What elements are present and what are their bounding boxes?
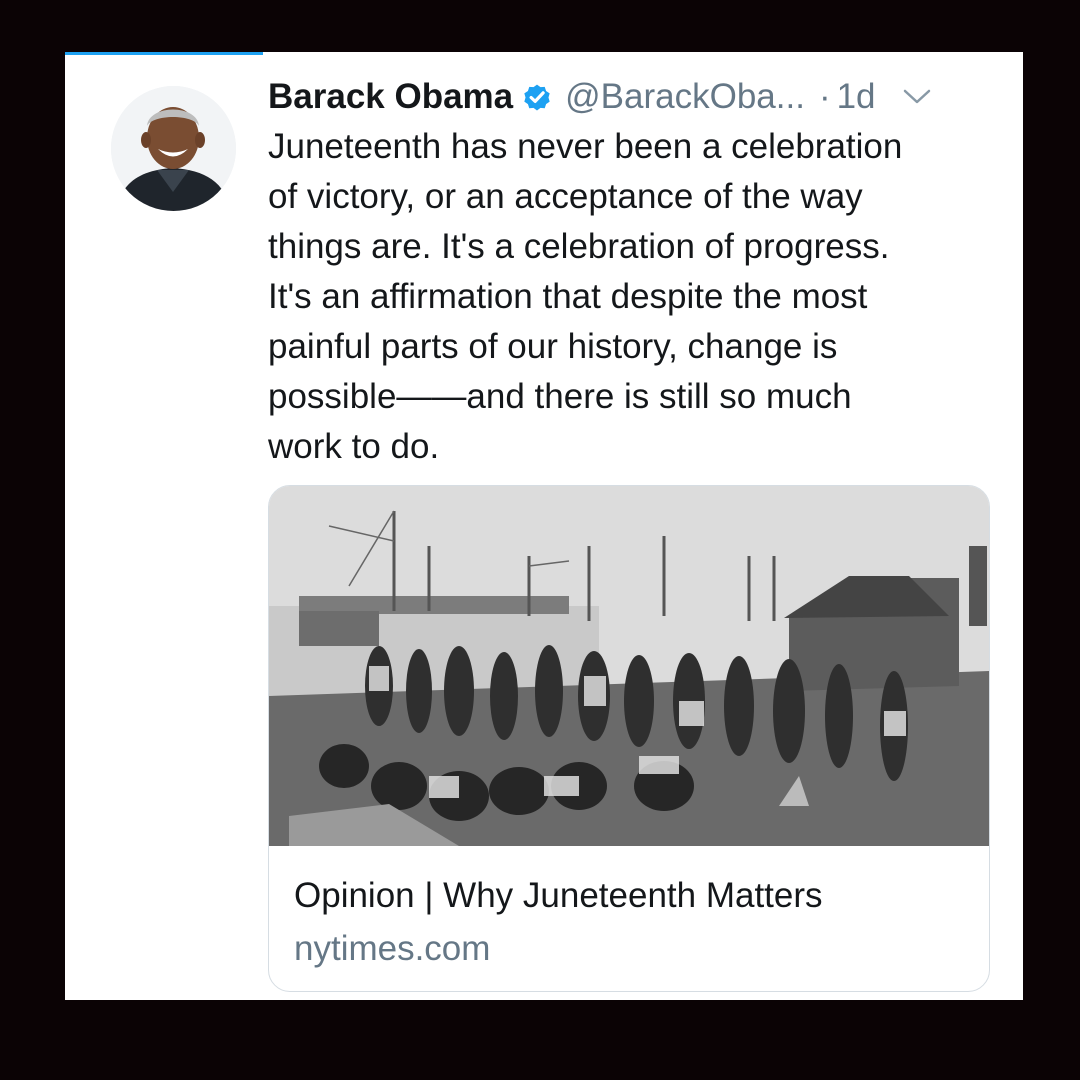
verified-badge-icon <box>521 81 553 113</box>
tweet-text-line: painful parts of our history, change is <box>268 327 838 366</box>
tweet-container: Barack Obama @BarackOba... · 1d Juneteen… <box>65 52 1023 1000</box>
tweet-text-line: Juneteenth has never been a celebration <box>268 127 903 166</box>
tweet-text-line: possible——and there is still so much <box>268 377 852 416</box>
chevron-down-icon[interactable] <box>902 87 932 107</box>
link-card-domain[interactable]: nytimes.com <box>294 929 490 969</box>
tweet-text-line: It's an affirmation that despite the mos… <box>268 277 868 316</box>
link-card[interactable]: Opinion | Why Juneteenth Matters nytimes… <box>268 485 990 992</box>
avatar[interactable] <box>111 86 236 211</box>
author-name[interactable]: Barack Obama <box>268 77 513 117</box>
meta-separator: · <box>818 77 831 116</box>
author-handle[interactable]: @BarackOba... <box>565 77 805 117</box>
tweet-timestamp[interactable]: 1d <box>837 77 876 117</box>
tweet-text-line: of victory, or an acceptance of the way <box>268 177 863 216</box>
link-card-image[interactable] <box>269 486 989 846</box>
tweet-text-line: work to do. <box>268 427 440 466</box>
tweet-text: Juneteenth has never been a celebration … <box>268 122 1003 472</box>
avatar-image <box>111 86 236 211</box>
tab-indicator <box>65 52 263 55</box>
link-card-title[interactable]: Opinion | Why Juneteenth Matters <box>294 876 823 916</box>
tweet-text-line: things are. It's a celebration of progre… <box>268 227 890 266</box>
tweet-header: Barack Obama @BarackOba... · 1d <box>268 75 998 119</box>
